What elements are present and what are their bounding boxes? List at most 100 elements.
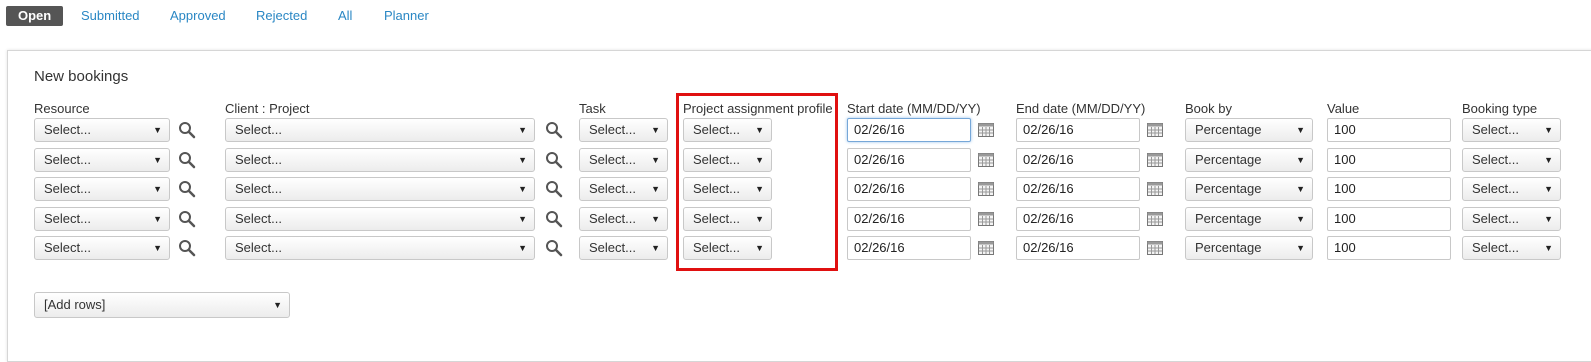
task-select[interactable]: Select... ▼ — [579, 207, 668, 231]
client-project-select-value: Select... — [235, 240, 282, 255]
resource-select-value: Select... — [44, 122, 91, 137]
value-input-value: 100 — [1334, 240, 1356, 255]
search-icon[interactable] — [178, 210, 196, 228]
column-header-end-date: End date (MM/DD/YY) — [1016, 101, 1146, 116]
book-by-select[interactable]: Percentage ▼ — [1185, 118, 1313, 142]
chevron-down-icon: ▼ — [1296, 155, 1305, 165]
resource-select[interactable]: Select... ▼ — [34, 177, 170, 201]
chevron-down-icon: ▼ — [1296, 243, 1305, 253]
booking-type-select[interactable]: Select... ▼ — [1462, 177, 1561, 201]
booking-type-select[interactable]: Select... ▼ — [1462, 236, 1561, 260]
chevron-down-icon: ▼ — [518, 214, 527, 224]
calendar-icon[interactable] — [1146, 239, 1164, 257]
resource-select[interactable]: Select... ▼ — [34, 207, 170, 231]
search-icon[interactable] — [545, 151, 563, 169]
search-icon[interactable] — [178, 180, 196, 198]
chevron-down-icon: ▼ — [273, 300, 282, 310]
calendar-icon[interactable] — [1146, 151, 1164, 169]
calendar-icon[interactable] — [1146, 210, 1164, 228]
chevron-down-icon: ▼ — [1544, 184, 1553, 194]
booking-type-select-value: Select... — [1472, 240, 1519, 255]
value-input[interactable]: 100 — [1327, 207, 1451, 231]
book-by-select[interactable]: Percentage ▼ — [1185, 148, 1313, 172]
chevron-down-icon: ▼ — [1296, 184, 1305, 194]
chevron-down-icon: ▼ — [518, 184, 527, 194]
task-select[interactable]: Select... ▼ — [579, 177, 668, 201]
resource-select[interactable]: Select... ▼ — [34, 148, 170, 172]
tab-planner[interactable]: Planner — [384, 6, 429, 26]
tab-submitted[interactable]: Submitted — [81, 6, 140, 26]
resource-select[interactable]: Select... ▼ — [34, 236, 170, 260]
start-date-input[interactable]: 02/26/16 — [847, 207, 971, 231]
resource-select[interactable]: Select... ▼ — [34, 118, 170, 142]
search-icon[interactable] — [545, 121, 563, 139]
value-input[interactable]: 100 — [1327, 148, 1451, 172]
book-by-select[interactable]: Percentage ▼ — [1185, 207, 1313, 231]
book-by-select[interactable]: Percentage ▼ — [1185, 177, 1313, 201]
add-rows-select[interactable]: [Add rows] ▼ — [34, 292, 290, 318]
calendar-icon[interactable] — [977, 239, 995, 257]
task-select[interactable]: Select... ▼ — [579, 118, 668, 142]
tab-all[interactable]: All — [338, 6, 352, 26]
search-icon[interactable] — [545, 210, 563, 228]
client-project-select[interactable]: Select... ▼ — [225, 177, 535, 201]
column-header-resource: Resource — [34, 101, 90, 116]
chevron-down-icon: ▼ — [518, 243, 527, 253]
booking-type-select-value: Select... — [1472, 181, 1519, 196]
start-date-input[interactable]: 02/26/16 — [847, 177, 971, 201]
value-input[interactable]: 100 — [1327, 118, 1451, 142]
chevron-down-icon: ▼ — [153, 214, 162, 224]
calendar-icon[interactable] — [977, 210, 995, 228]
column-header-start-date: Start date (MM/DD/YY) — [847, 101, 981, 116]
task-select[interactable]: Select... ▼ — [579, 236, 668, 260]
tab-approved[interactable]: Approved — [170, 6, 226, 26]
end-date-input[interactable]: 02/26/16 — [1016, 177, 1140, 201]
chevron-down-icon: ▼ — [651, 184, 660, 194]
book-by-select[interactable]: Percentage ▼ — [1185, 236, 1313, 260]
book-by-select-value: Percentage — [1195, 152, 1262, 167]
value-input-value: 100 — [1334, 181, 1356, 196]
chevron-down-icon: ▼ — [153, 125, 162, 135]
book-by-select-value: Percentage — [1195, 122, 1262, 137]
resource-select-value: Select... — [44, 181, 91, 196]
start-date-input[interactable]: 02/26/16 — [847, 236, 971, 260]
chevron-down-icon: ▼ — [153, 243, 162, 253]
search-icon[interactable] — [545, 180, 563, 198]
calendar-icon[interactable] — [977, 121, 995, 139]
start-date-input[interactable]: 02/26/16 — [847, 148, 971, 172]
client-project-select[interactable]: Select... ▼ — [225, 148, 535, 172]
end-date-input[interactable]: 02/26/16 — [1016, 118, 1140, 142]
client-project-select[interactable]: Select... ▼ — [225, 118, 535, 142]
calendar-icon[interactable] — [1146, 121, 1164, 139]
task-select[interactable]: Select... ▼ — [579, 148, 668, 172]
end-date-input[interactable]: 02/26/16 — [1016, 148, 1140, 172]
value-input[interactable]: 100 — [1327, 177, 1451, 201]
chevron-down-icon: ▼ — [651, 243, 660, 253]
calendar-icon[interactable] — [977, 151, 995, 169]
client-project-select-value: Select... — [235, 122, 282, 137]
end-date-input[interactable]: 02/26/16 — [1016, 236, 1140, 260]
search-icon[interactable] — [545, 239, 563, 257]
search-icon[interactable] — [178, 121, 196, 139]
task-select-value: Select... — [589, 122, 636, 137]
value-input[interactable]: 100 — [1327, 236, 1451, 260]
client-project-select[interactable]: Select... ▼ — [225, 236, 535, 260]
column-header-booking-type: Booking type — [1462, 101, 1538, 116]
book-by-select-value: Percentage — [1195, 211, 1262, 226]
tab-open[interactable]: Open — [6, 6, 64, 26]
end-date-input[interactable]: 02/26/16 — [1016, 207, 1140, 231]
tab-rejected[interactable]: Rejected — [256, 6, 307, 26]
resource-select-value: Select... — [44, 211, 91, 226]
chevron-down-icon: ▼ — [651, 214, 660, 224]
booking-type-select[interactable]: Select... ▼ — [1462, 148, 1561, 172]
calendar-icon[interactable] — [1146, 180, 1164, 198]
search-icon[interactable] — [178, 151, 196, 169]
start-date-input[interactable]: 02/26/16 — [847, 118, 971, 142]
task-select-value: Select... — [589, 152, 636, 167]
search-icon[interactable] — [178, 239, 196, 257]
chevron-down-icon: ▼ — [153, 155, 162, 165]
calendar-icon[interactable] — [977, 180, 995, 198]
booking-type-select[interactable]: Select... ▼ — [1462, 207, 1561, 231]
booking-type-select[interactable]: Select... ▼ — [1462, 118, 1561, 142]
client-project-select[interactable]: Select... ▼ — [225, 207, 535, 231]
